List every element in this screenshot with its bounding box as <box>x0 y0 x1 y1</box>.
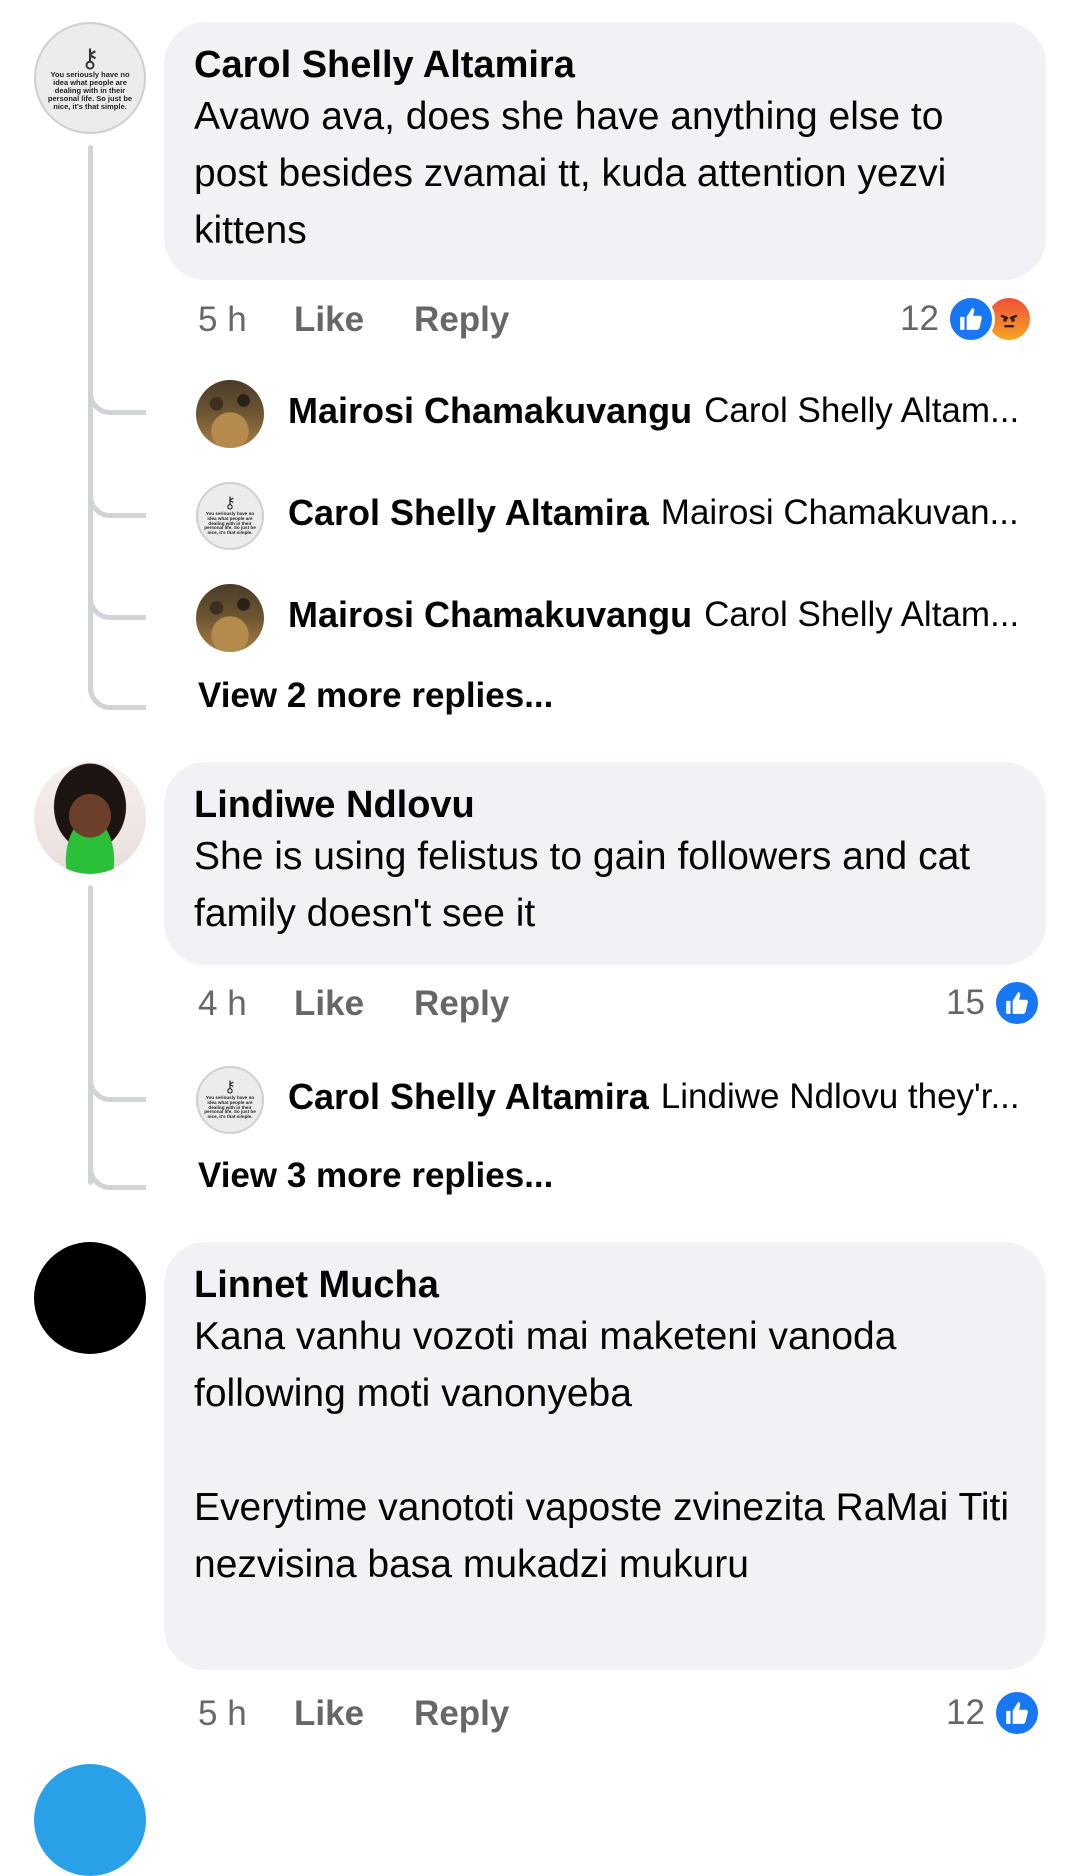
comment-meta: 4 h Like Reply <box>198 984 509 1024</box>
avatar-lindiwe-ndlovu[interactable] <box>34 762 146 874</box>
view-more-replies-link[interactable]: View 3 more replies... <box>198 1156 553 1196</box>
avatar-carol-shelly-altamira[interactable]: ⚷ You seriously have no idea what people… <box>196 482 264 550</box>
comment-author[interactable]: Linnet Mucha <box>194 1262 1016 1308</box>
thread-branch <box>88 630 146 710</box>
avatar-carol-shelly-altamira[interactable]: ⚷ You seriously have no idea what people… <box>196 1066 264 1134</box>
reply-author[interactable]: Mairosi Chamakuvangu <box>288 390 692 432</box>
like-button[interactable]: Like <box>294 300 364 340</box>
avatar-next-comment[interactable] <box>34 1764 146 1876</box>
comment-meta: 5 h Like Reply <box>198 300 509 340</box>
comment-bubble[interactable]: Carol Shelly Altamira Avawo ava, does sh… <box>164 22 1046 280</box>
reactions-summary[interactable]: 15 <box>946 979 1041 1027</box>
like-icon <box>992 1689 1041 1737</box>
reply-button[interactable]: Reply <box>414 300 509 340</box>
reply-preview[interactable]: Carol Shelly Altamira Lindiwe Ndlovu the… <box>288 1076 1020 1118</box>
reply-preview[interactable]: Mairosi Chamakuvangu Carol Shelly Altam.… <box>288 594 1019 636</box>
reply-author[interactable]: Carol Shelly Altamira <box>288 1076 649 1118</box>
thread-branch <box>88 460 146 518</box>
like-icon <box>946 295 995 343</box>
thread-branch <box>88 1110 146 1190</box>
figure-icon: ⚷ <box>224 1078 236 1096</box>
avatar-carol-shelly-altamira[interactable]: ⚷ You seriously have no idea what people… <box>34 22 146 134</box>
thread-branch <box>88 1050 146 1102</box>
comment-time[interactable]: 5 h <box>198 1694 294 1734</box>
reply-snippet: Lindiwe Ndlovu they'r... <box>660 1077 1020 1116</box>
reply-snippet: Carol Shelly Altam... <box>704 595 1020 634</box>
avatar-quote: You seriously have no idea what people a… <box>204 510 256 536</box>
like-button[interactable]: Like <box>294 984 364 1024</box>
reply-author[interactable]: Carol Shelly Altamira <box>288 492 649 534</box>
comment-time[interactable]: 4 h <box>198 984 294 1024</box>
reply-button[interactable]: Reply <box>414 1694 509 1734</box>
reply-snippet: Mairosi Chamakuvan... <box>660 493 1019 532</box>
reaction-count: 12 <box>900 299 939 338</box>
avatar-quote: You seriously have no idea what people a… <box>47 70 133 111</box>
comment-text: Kana vanhu vozoti mai maketeni vanoda fo… <box>194 1315 1010 1586</box>
comment-author[interactable]: Carol Shelly Altamira <box>194 42 1016 88</box>
avatar-quote: You seriously have no idea what people a… <box>204 1094 256 1120</box>
thread-branch <box>88 360 146 415</box>
reactions-summary[interactable]: 12 <box>900 295 1033 343</box>
reactions-summary[interactable]: 12 <box>946 1689 1041 1737</box>
comment-meta: 5 h Like Reply <box>198 1694 509 1734</box>
like-button[interactable]: Like <box>294 1694 364 1734</box>
reaction-count: 12 <box>946 1693 985 1732</box>
avatar-mairosi-chamakuvangu[interactable] <box>196 584 264 652</box>
like-icon <box>992 979 1041 1027</box>
avatar-mairosi-chamakuvangu[interactable] <box>196 380 264 448</box>
reply-preview[interactable]: Carol Shelly Altamira Mairosi Chamakuvan… <box>288 492 1019 534</box>
comment-text: Avawo ava, does she have anything else t… <box>194 95 947 252</box>
reply-author[interactable]: Mairosi Chamakuvangu <box>288 594 692 636</box>
comment-author[interactable]: Lindiwe Ndlovu <box>194 782 1016 828</box>
figure-icon: ⚷ <box>224 494 236 512</box>
view-more-replies-link[interactable]: View 2 more replies... <box>198 676 553 716</box>
comment-bubble[interactable]: Lindiwe Ndlovu She is using felistus to … <box>164 762 1046 965</box>
comment-time[interactable]: 5 h <box>198 300 294 340</box>
avatar-linnet-mucha[interactable] <box>34 1242 146 1354</box>
comment-bubble[interactable]: Linnet Mucha Kana vanhu vozoti mai maket… <box>164 1242 1046 1670</box>
reaction-count: 15 <box>946 983 985 1022</box>
thread-branch <box>88 562 146 620</box>
reply-snippet: Carol Shelly Altam... <box>704 391 1020 430</box>
comment-text: She is using felistus to gain followers … <box>194 835 971 935</box>
figure-icon: ⚷ <box>80 43 100 74</box>
reply-button[interactable]: Reply <box>414 984 509 1024</box>
reply-preview[interactable]: Mairosi Chamakuvangu Carol Shelly Altam.… <box>288 390 1019 432</box>
